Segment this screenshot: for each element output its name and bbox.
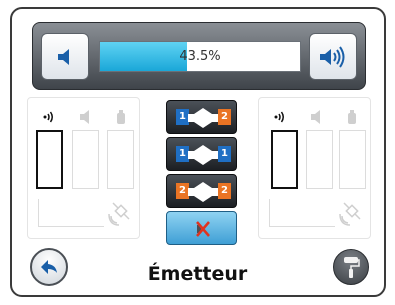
channel-box[interactable] <box>36 130 63 189</box>
channel-box[interactable] <box>107 130 134 189</box>
volume-up-button[interactable] <box>309 33 357 80</box>
mode-button-1-1[interactable]: 1 1 <box>166 137 237 171</box>
channel-box[interactable] <box>306 130 333 189</box>
right-channel-badge: 2 <box>218 109 231 125</box>
cancel-button[interactable] <box>166 211 237 245</box>
close-x-icon <box>196 221 210 237</box>
signal-icon <box>43 111 53 123</box>
paint-roller-icon <box>344 257 360 278</box>
mode-button-2-2[interactable]: 2 2 <box>166 174 237 208</box>
volume-down-button[interactable] <box>41 33 89 80</box>
speaker-left-icon <box>188 108 203 128</box>
panel-divider <box>269 199 335 227</box>
bottle-icon <box>117 110 125 124</box>
speaker-high-icon <box>320 45 345 68</box>
speaker-left-icon <box>188 145 203 165</box>
right-channel-panel <box>258 97 371 239</box>
bottle-icon <box>348 110 356 124</box>
speaker-right-icon <box>203 108 218 128</box>
volume-bar: 43.5% <box>32 22 366 90</box>
speaker-icon <box>311 110 320 124</box>
volume-level-slider[interactable]: 43.5% <box>99 41 301 72</box>
channel-box[interactable] <box>339 130 366 189</box>
channel-box[interactable] <box>72 130 99 189</box>
satellite-icon <box>108 202 130 226</box>
left-channel-panel <box>27 97 140 239</box>
volume-level-text: 43.5% <box>179 49 221 64</box>
signal-icon <box>274 111 284 123</box>
right-channel-badge: 1 <box>218 146 231 162</box>
speaker-low-icon <box>58 48 69 65</box>
satellite-icon <box>339 202 361 226</box>
speaker-icon <box>80 110 89 124</box>
channel-box[interactable] <box>271 130 298 189</box>
speaker-right-icon <box>203 145 218 165</box>
tool-button[interactable] <box>333 249 369 285</box>
speaker-right-icon <box>203 182 218 202</box>
panel-divider <box>38 199 104 227</box>
right-channel-badge: 2 <box>218 183 231 199</box>
speaker-left-icon <box>188 182 203 202</box>
mode-button-1-2[interactable]: 1 2 <box>166 100 237 134</box>
